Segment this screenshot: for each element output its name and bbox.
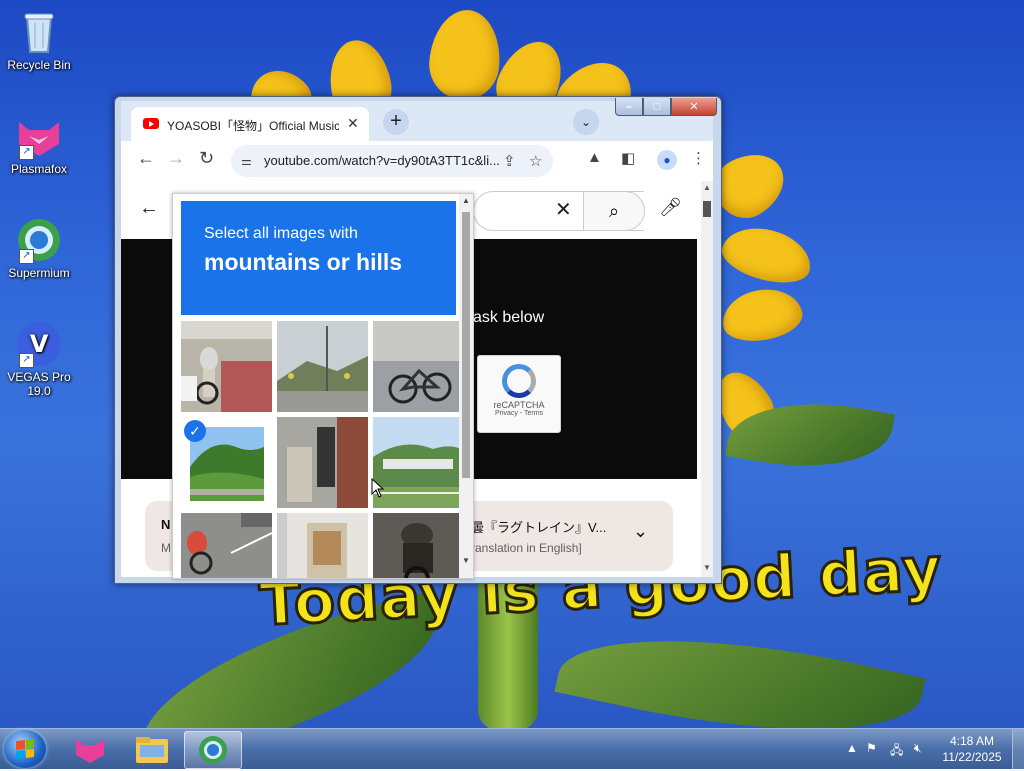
desktop-icon-recycle-bin[interactable]: Recycle Bin <box>1 8 77 72</box>
network-icon[interactable]: 🖧︎ <box>890 741 903 762</box>
captcha-tile-motorcycle[interactable] <box>373 513 464 578</box>
plasmafox-icon: ↗ <box>15 112 63 160</box>
show-hidden-icons-icon[interactable]: ▲ <box>846 741 858 755</box>
shortcut-arrow-icon: ↗ <box>19 145 34 160</box>
captcha-header: Select all images with mountains or hill… <box>181 201 456 315</box>
clock-date: 11/22/2025 <box>942 750 1002 764</box>
selected-check-icon: ✓ <box>184 420 206 442</box>
window-caption-buttons: – □ ✕ <box>615 98 717 116</box>
browser-toolbar: ← → ↻ ⚌ youtube.com/watch?v=dy90tA3TT1c&… <box>121 141 713 181</box>
vegas-pro-icon: V ↗ <box>15 320 63 368</box>
back-arrow-icon[interactable]: ← <box>137 148 155 169</box>
desktop-icon-label: Recycle Bin <box>7 58 71 72</box>
desktop-icon-vegas-pro[interactable]: V ↗ VEGAS Pro 19.0 <box>1 320 77 398</box>
card-subtitle: ranslation in English] <box>471 541 582 555</box>
desktop-icon-plasmafox[interactable]: ↗ Plasmafox <box>1 112 77 176</box>
shortcut-arrow-icon: ↗ <box>19 353 34 368</box>
recaptcha-checkbox[interactable]: reCAPTCHA Privacy - Terms <box>477 355 561 433</box>
page-scrollbar[interactable]: ▲ ▼ <box>701 181 713 577</box>
captcha-tile-bicycle-wall[interactable] <box>373 321 464 412</box>
desktop-icon-label: Supermium <box>8 266 70 280</box>
captcha-tile-green-hill[interactable]: ✓ <box>181 417 272 508</box>
yt-search-button[interactable]: ⌕ <box>583 191 645 231</box>
system-clock[interactable]: 4:18 AM 11/22/2025 <box>940 733 1004 765</box>
tab-youtube[interactable]: YOASOBI「怪物」Official Music V ✕ <box>131 107 369 141</box>
url-text[interactable]: youtube.com/watch?v=dy90tA3TT1c&li... <box>264 153 500 168</box>
share-icon[interactable]: ⇪ <box>503 152 516 170</box>
desktop-icon-label: Plasmafox <box>10 162 68 176</box>
taskbar-supermium[interactable] <box>184 731 242 769</box>
captcha-instruction: Select all images with <box>204 225 358 242</box>
captcha-grid: ✓ <box>181 321 464 578</box>
menu-kebab-icon[interactable]: ⋮ <box>691 149 706 167</box>
captcha-tile-road-cyclist[interactable] <box>181 513 272 578</box>
taskbar: ▲ ⚑ 🖧︎ 🔇︎ 4:18 AM 11/22/2025 <box>0 728 1024 769</box>
tab-search-button[interactable]: ⌄ <box>573 109 599 135</box>
clock-time: 4:18 AM <box>949 734 995 748</box>
forward-arrow-icon[interactable]: → <box>167 148 185 169</box>
captcha-tile-cyclist-road[interactable] <box>181 321 272 412</box>
chevron-down-icon[interactable]: ⌄ <box>633 521 648 542</box>
shortcut-arrow-icon: ↗ <box>19 249 34 264</box>
clear-search-icon[interactable]: ✕ <box>555 197 572 222</box>
scroll-up-icon[interactable]: ▲ <box>462 196 470 205</box>
taskbar-file-explorer[interactable] <box>124 731 180 767</box>
scrollbar-thumb[interactable] <box>703 201 711 217</box>
recaptcha-brand: reCAPTCHA <box>493 400 545 410</box>
recycle-bin-icon <box>15 8 63 56</box>
recaptcha-logo-icon <box>502 364 536 398</box>
card-title: 曇『ラグトレイン』V... <box>471 520 607 535</box>
tab-close-icon[interactable]: ✕ <box>347 115 359 132</box>
captcha-scrollbar-thumb[interactable] <box>462 212 470 478</box>
recaptcha-links[interactable]: Privacy - Terms <box>478 410 560 417</box>
captcha-tile-mountain-road[interactable] <box>277 321 368 412</box>
youtube-favicon-icon <box>143 118 159 129</box>
yt-back-arrow-icon[interactable]: ← <box>139 197 159 220</box>
captcha-target: mountains or hills <box>204 249 403 275</box>
show-desktop-button[interactable] <box>1012 729 1024 769</box>
captcha-challenge: Select all images with mountains or hill… <box>172 193 474 579</box>
profile-avatar-icon[interactable]: ● <box>657 150 677 170</box>
start-button[interactable] <box>4 730 46 768</box>
card-left-title: N <box>161 517 171 532</box>
microphone-icon[interactable]: 🎤︎ <box>659 197 682 218</box>
scroll-down-icon[interactable]: ▼ <box>462 556 470 565</box>
volume-muted-icon[interactable]: 🔇︎ <box>914 741 922 756</box>
captcha-tile-building-door[interactable] <box>277 417 368 508</box>
maximize-button[interactable]: □ <box>643 98 671 116</box>
reload-icon[interactable]: ↻ <box>199 148 214 169</box>
side-panel-icon[interactable]: ◧ <box>621 149 635 167</box>
player-message: ask below <box>473 309 545 326</box>
close-button[interactable]: ✕ <box>671 98 717 116</box>
tab-title: YOASOBI「怪物」Official Music V <box>167 119 339 133</box>
supermium-icon: ↗ <box>15 216 63 264</box>
windows-logo-icon <box>16 739 34 759</box>
extensions-flask-icon[interactable]: ▲ <box>587 149 602 166</box>
desktop-icon-label: VEGAS Pro 19.0 <box>7 370 71 398</box>
captcha-tile-house-window[interactable] <box>277 513 368 578</box>
captcha-tile-hills-bridge[interactable] <box>373 417 464 508</box>
card-left-sub: M <box>161 541 171 555</box>
taskbar-plasmafox[interactable] <box>62 731 118 767</box>
captcha-scrollbar[interactable]: ▲ ▼ <box>459 194 473 578</box>
mouse-cursor-icon <box>371 477 385 501</box>
wallpaper-leaf <box>554 603 926 728</box>
scroll-up-icon[interactable]: ▲ <box>703 183 711 192</box>
action-center-flag-icon[interactable]: ⚑ <box>866 741 877 755</box>
scroll-down-icon[interactable]: ▼ <box>703 563 711 572</box>
address-bar[interactable]: ⚌ youtube.com/watch?v=dy90tA3TT1c&li... … <box>231 145 553 177</box>
new-tab-button[interactable]: + <box>383 109 409 135</box>
desktop-icon-supermium[interactable]: ↗ Supermium <box>1 216 77 280</box>
minimize-button[interactable]: – <box>615 98 643 116</box>
site-info-icon[interactable]: ⚌ <box>241 154 252 168</box>
bookmark-star-icon[interactable]: ☆ <box>529 152 542 170</box>
